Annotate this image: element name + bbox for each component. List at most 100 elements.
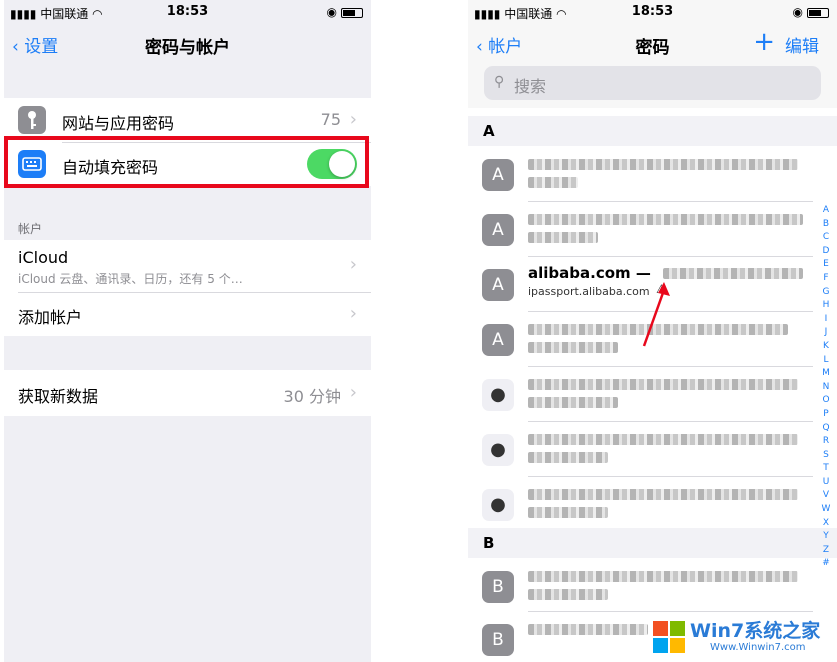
index-letter[interactable]: O (820, 394, 832, 408)
blurred-text (528, 177, 578, 188)
settings-passwords-accounts-screen: ▮▮▮▮ 中国联通 ◠ 18:53 ◉ ‹ 设置 密码与帐户 网站与应用密码 7… (4, 0, 371, 662)
index-letter[interactable]: Q (820, 422, 832, 436)
index-letter[interactable]: R (820, 435, 832, 449)
key-icon (18, 106, 46, 134)
blurred-text (528, 571, 798, 582)
icloud-row[interactable]: iCloud iCloud 云盘、通讯录、日历，还有 5 个… › (4, 240, 371, 292)
section-index-bar[interactable]: A B C D E F G H I J K L M N O P Q R S T U V W X Y Z # (820, 204, 832, 571)
page-title: 密码与帐户 (145, 38, 230, 58)
watermark-text: Win7系统之家 (690, 620, 821, 642)
page-title: 密码 (635, 38, 670, 58)
icloud-subtitle: iCloud 云盘、通讯录、日历，还有 5 个… (18, 272, 243, 286)
section-letter: B (483, 534, 495, 552)
index-letter[interactable]: Z (820, 544, 832, 558)
search-icon: ⚲ (494, 74, 505, 90)
avatar: B (482, 571, 514, 603)
add-icon[interactable]: + (753, 27, 775, 57)
index-letter[interactable]: # (820, 557, 832, 571)
accounts-section-header: 帐户 (18, 222, 43, 236)
autofill-highlight-box (4, 136, 369, 188)
blurred-text (528, 232, 598, 243)
index-letter[interactable]: U (820, 476, 832, 490)
index-letter[interactable]: B (820, 218, 832, 232)
battery-icon: ◉ (793, 5, 829, 19)
chevron-right-icon: › (349, 109, 357, 130)
avatar: A (482, 269, 514, 301)
avatar: A (482, 324, 514, 356)
blurred-text (528, 379, 798, 390)
section-header-a: A (468, 116, 837, 146)
list-item[interactable]: ● (468, 421, 837, 476)
apple-icon: ● (482, 434, 514, 466)
blurred-text (528, 397, 618, 408)
list-item[interactable]: A (468, 201, 837, 256)
index-letter[interactable]: H (820, 299, 832, 313)
search-placeholder: 搜索 (514, 77, 547, 96)
index-letter[interactable]: W (820, 503, 832, 517)
status-time: 18:53 (631, 4, 674, 19)
blurred-text (528, 214, 803, 225)
blurred-text (528, 489, 798, 500)
index-letter[interactable]: K (820, 340, 832, 354)
index-letter[interactable]: J (820, 326, 832, 340)
index-letter[interactable]: V (820, 489, 832, 503)
watermark: Win7系统之家 Www.Winwin7.com (650, 612, 837, 662)
search-input[interactable]: ⚲ 搜索 (484, 66, 821, 100)
index-letter[interactable]: L (820, 354, 832, 368)
alibaba-domain: ipassport.alibaba.com (528, 285, 650, 298)
avatar: B (482, 624, 514, 656)
fetch-value: 30 分钟 (283, 387, 341, 406)
status-bar: ▮▮▮▮ 中国联通 ◠ 18:53 ◉ (4, 0, 371, 24)
index-letter[interactable]: T (820, 462, 832, 476)
add-account-label: 添加帐户 (18, 308, 83, 327)
chevron-right-icon: › (349, 303, 357, 324)
icloud-label: iCloud (18, 248, 69, 267)
nav-bar: ‹ 设置 密码与帐户 (4, 24, 371, 64)
edit-button[interactable]: 编辑 (785, 32, 819, 57)
passwords-label: 网站与应用密码 (62, 114, 175, 133)
index-letter[interactable]: N (820, 381, 832, 395)
status-bar: ▮▮▮▮ 中国联通 ◠ 18:53 ◉ (468, 0, 837, 24)
blurred-text (528, 507, 608, 518)
index-letter[interactable]: E (820, 258, 832, 272)
blurred-text (528, 589, 608, 600)
list-item[interactable]: ● (468, 476, 837, 531)
blurred-text (663, 268, 803, 279)
blurred-text (528, 452, 608, 463)
blurred-text (528, 342, 618, 353)
add-account-row[interactable]: 添加帐户 › (4, 292, 371, 336)
index-letter[interactable]: S (820, 449, 832, 463)
windows-logo-icon (653, 621, 685, 653)
section-letter: A (483, 122, 495, 140)
section-header-b: B (468, 528, 837, 558)
apple-icon: ● (482, 489, 514, 521)
list-item[interactable]: ● (468, 366, 837, 421)
index-letter[interactable]: A (820, 204, 832, 218)
passwords-count: 75 (320, 110, 341, 129)
alibaba-site-label: alibaba.com — (528, 264, 651, 282)
status-time: 18:53 (166, 4, 209, 19)
blurred-text (528, 624, 648, 635)
accounts-group: iCloud iCloud 云盘、通讯录、日历，还有 5 个… › 添加帐户 › (4, 240, 371, 336)
fetch-new-data-row[interactable]: 获取新数据 30 分钟 › (4, 370, 371, 416)
list-item[interactable]: A (468, 146, 837, 201)
list-item[interactable]: B (468, 558, 837, 613)
chevron-right-icon: › (349, 382, 357, 403)
index-letter[interactable]: C (820, 231, 832, 245)
avatar: A (482, 214, 514, 246)
index-letter[interactable]: D (820, 245, 832, 259)
watermark-url: Www.Winwin7.com (710, 642, 806, 653)
battery-icon: ◉ (327, 5, 363, 19)
index-letter[interactable]: I (820, 313, 832, 327)
red-arrow-annotation (642, 282, 670, 347)
chevron-right-icon: › (349, 254, 357, 275)
index-letter[interactable]: F (820, 272, 832, 286)
avatar: A (482, 159, 514, 191)
index-letter[interactable]: Y (820, 530, 832, 544)
index-letter[interactable]: G (820, 286, 832, 300)
index-letter[interactable]: M (820, 367, 832, 381)
apple-icon: ● (482, 379, 514, 411)
fetch-label: 获取新数据 (18, 387, 99, 406)
index-letter[interactable]: X (820, 517, 832, 531)
index-letter[interactable]: P (820, 408, 832, 422)
